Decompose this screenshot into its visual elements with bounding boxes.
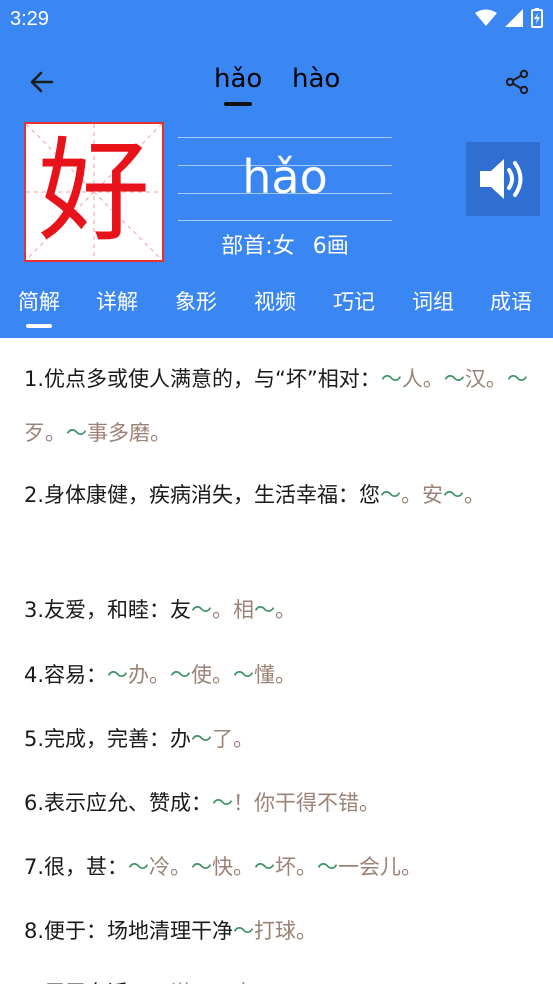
- definition-tilde: ～: [443, 367, 465, 391]
- definition-tilde: ～: [191, 598, 213, 622]
- definition-example: 汉。: [464, 367, 507, 391]
- definition-example: ！你干得不错。: [233, 791, 381, 815]
- definition-item: 7.很，甚：～冷。～快。～坏。～一会儿。: [24, 840, 534, 894]
- definition-example: 。: [464, 483, 486, 507]
- pinyin-tab-hao4[interactable]: hào: [292, 64, 340, 94]
- share-icon: [505, 69, 529, 95]
- definition-example: 一会儿。: [338, 855, 423, 879]
- definition-text: 身体康健，疾病消失，生活幸福：您: [44, 483, 381, 507]
- definition-example: 冷。: [149, 855, 192, 879]
- definition-item: 6.表示应允、赞成：～！你干得不错。: [24, 776, 534, 830]
- top-bar: hǎo hào: [0, 50, 553, 114]
- definition-text: 便于：场地清理干净: [44, 919, 234, 943]
- definition-tilde: ～: [443, 483, 465, 507]
- tab-brief[interactable]: 简解: [18, 286, 60, 316]
- status-bar: 3:29: [0, 0, 553, 38]
- definition-tilde: ～: [170, 663, 192, 687]
- definition-example: 。安: [401, 483, 444, 507]
- definition-tilde: ～: [317, 855, 339, 879]
- section-tabs: 简解 详解 象形 视频 巧记 词组 成语: [0, 280, 553, 338]
- definition-item: 5.完成，完善：办～了。: [24, 712, 534, 766]
- definition-example: 了。: [212, 727, 255, 751]
- definition-example: 使。: [191, 663, 234, 687]
- arrow-left-icon: [30, 71, 54, 93]
- definition-item: 1.优点多或使人满意的，与“坏”相对：～人。～汉。～歹。～事多磨。: [24, 352, 534, 460]
- status-time: 3:29: [10, 8, 49, 30]
- definition-number: 7.: [24, 855, 45, 879]
- wifi-icon: [475, 9, 497, 26]
- definition-tilde: ～: [380, 367, 402, 391]
- definition-text: 完成，完善：办: [44, 727, 192, 751]
- definition-text: 表示应允、赞成：: [44, 791, 213, 815]
- definition-number: 6.: [24, 791, 45, 815]
- tab-words[interactable]: 词组: [412, 286, 454, 316]
- definition-example: 事多磨。: [87, 421, 171, 445]
- tab-indicator: [26, 324, 52, 328]
- character-pinyin: hǎo: [242, 150, 328, 204]
- definition-example: 人。: [401, 367, 444, 391]
- definition-item: 2.身体康健，疾病消失，生活幸福：您～。安～。: [24, 468, 534, 522]
- definition-number: 4.: [24, 663, 45, 687]
- definition-item: 3.友爱，和睦：友～。相～。: [24, 583, 534, 637]
- definition-tilde: ～: [506, 367, 528, 391]
- tab-pictograph[interactable]: 象形: [175, 286, 217, 316]
- definition-tilde: ～: [128, 855, 150, 879]
- definition-example: 快。: [212, 855, 255, 879]
- back-button[interactable]: [22, 62, 62, 102]
- definition-tilde: ～: [233, 663, 255, 687]
- definition-example: 坏。: [275, 855, 318, 879]
- share-button[interactable]: [497, 62, 537, 102]
- tab-detail[interactable]: 详解: [96, 286, 138, 316]
- definition-text: 容易：: [44, 663, 108, 687]
- stroke-count: 6画: [312, 234, 349, 259]
- definition-number: 1.: [24, 367, 45, 391]
- definition-number: 5.: [24, 727, 45, 751]
- signal-icon: [505, 9, 523, 27]
- definition-tilde: ～: [191, 727, 213, 751]
- character-glyph: 好: [38, 127, 150, 257]
- definition-example: 。相: [212, 598, 255, 622]
- definition-number: 2.: [24, 483, 45, 507]
- definition-example: 办。: [128, 663, 171, 687]
- tab-mnemonic[interactable]: 巧记: [333, 286, 375, 316]
- definitions-list: 1.优点多或使人满意的，与“坏”相对：～人。～汉。～歹。～事多磨。 2.身体康健…: [0, 338, 553, 984]
- speaker-icon: [480, 159, 523, 199]
- definition-text: 优点多或使人满意的，与“坏”相对：: [44, 367, 381, 391]
- definition-tilde: ～: [254, 855, 276, 879]
- definition-text: 友爱，和睦：友: [44, 598, 192, 622]
- tab-video[interactable]: 视频: [254, 286, 296, 316]
- play-sound-button[interactable]: [466, 142, 540, 216]
- definition-tilde: ～: [254, 598, 276, 622]
- battery-icon: [531, 8, 543, 28]
- definition-example: 打球。: [254, 919, 318, 943]
- character-writing-box[interactable]: 好: [24, 122, 164, 262]
- status-icons: [475, 8, 543, 28]
- definition-tilde: ～: [107, 663, 129, 687]
- definition-number: 3.: [24, 598, 45, 622]
- definition-item: 4.容易：～办。～使。～懂。: [24, 648, 534, 702]
- definition-example: 歹。: [24, 421, 66, 445]
- tab-idioms[interactable]: 成语: [490, 286, 532, 316]
- definition-item: 8.便于：场地清理干净～打球。: [24, 904, 534, 958]
- definition-example: 懂。: [254, 663, 297, 687]
- definition-tilde: ～: [380, 483, 402, 507]
- radical-label: 部首:女: [221, 234, 295, 259]
- definition-example: 。: [275, 598, 297, 622]
- definition-tilde: ～: [212, 791, 234, 815]
- definition-number: 8.: [24, 919, 45, 943]
- definition-item: 9.用于套话：～说。～走。: [24, 966, 534, 984]
- pinyin-tab-hao3[interactable]: hǎo: [214, 64, 262, 94]
- radical-strokes-info: 部首:女 6画: [178, 228, 392, 260]
- app-header: 3:29 hǎo hào 好 hǎo 部首:女 6画 简解 详解 象形 视频 巧…: [0, 0, 553, 338]
- definition-tilde: ～: [66, 421, 87, 445]
- pinyin-tab-indicator: [224, 102, 252, 106]
- definition-text: 很，甚：: [44, 855, 129, 879]
- definition-tilde: ～: [191, 855, 213, 879]
- definition-tilde: ～: [233, 919, 255, 943]
